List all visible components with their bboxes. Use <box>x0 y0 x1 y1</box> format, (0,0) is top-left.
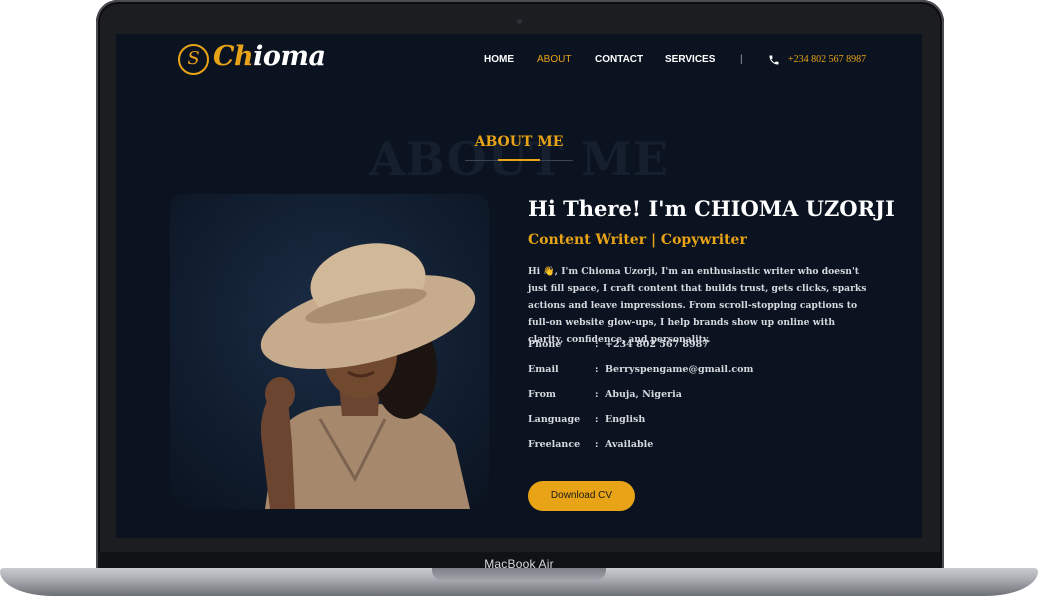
logo-suffix: ioma <box>253 41 326 72</box>
device-model-label: MacBook Air <box>484 557 554 571</box>
info-label: Email <box>528 364 559 375</box>
website-screen: S Chioma HOME ABOUT CONTACT SERVICES | +… <box>116 34 922 538</box>
hero-heading: Hi There! I'm CHIOMA UZORJI <box>528 196 895 221</box>
info-label: Freelance <box>528 439 581 450</box>
hero-subtitle: Content Writer | Copywriter <box>528 232 747 248</box>
info-value: English <box>605 414 646 425</box>
section-divider-accent <box>498 159 540 161</box>
nav-about[interactable]: ABOUT <box>537 54 571 65</box>
info-label: From <box>528 389 556 400</box>
info-colon: : <box>595 339 599 350</box>
profile-photo <box>170 194 489 509</box>
info-value[interactable]: Berryspengame@gmail.com <box>605 364 754 375</box>
info-colon: : <box>595 414 599 425</box>
logo-icon[interactable]: S <box>178 44 209 75</box>
info-colon: : <box>595 439 599 450</box>
info-value: Abuja, Nigeria <box>605 389 682 400</box>
info-label: Phone <box>528 339 562 350</box>
download-cv-button[interactable]: Download CV <box>528 481 635 511</box>
bio-paragraph: Hi 👋, I'm Chioma Uzorji, I'm an enthusia… <box>528 266 867 345</box>
phone-icon <box>769 55 779 65</box>
info-colon: : <box>595 389 599 400</box>
info-colon: : <box>595 364 599 375</box>
logo-wordmark[interactable]: Chioma <box>213 41 326 72</box>
nav-separator: | <box>740 54 743 65</box>
nav-phone-link[interactable]: +234 802 567 8987 <box>788 54 866 65</box>
info-value: +234 802 567 8987 <box>605 339 709 350</box>
nav-home[interactable]: HOME <box>484 54 514 65</box>
logo-prefix: Ch <box>213 41 254 72</box>
nav-services[interactable]: SERVICES <box>665 54 715 65</box>
section-title: ABOUT ME <box>474 134 564 150</box>
nav-contact[interactable]: CONTACT <box>595 54 643 65</box>
info-value: Available <box>605 439 654 450</box>
camera-icon <box>517 19 522 24</box>
info-label: Language <box>528 414 581 425</box>
